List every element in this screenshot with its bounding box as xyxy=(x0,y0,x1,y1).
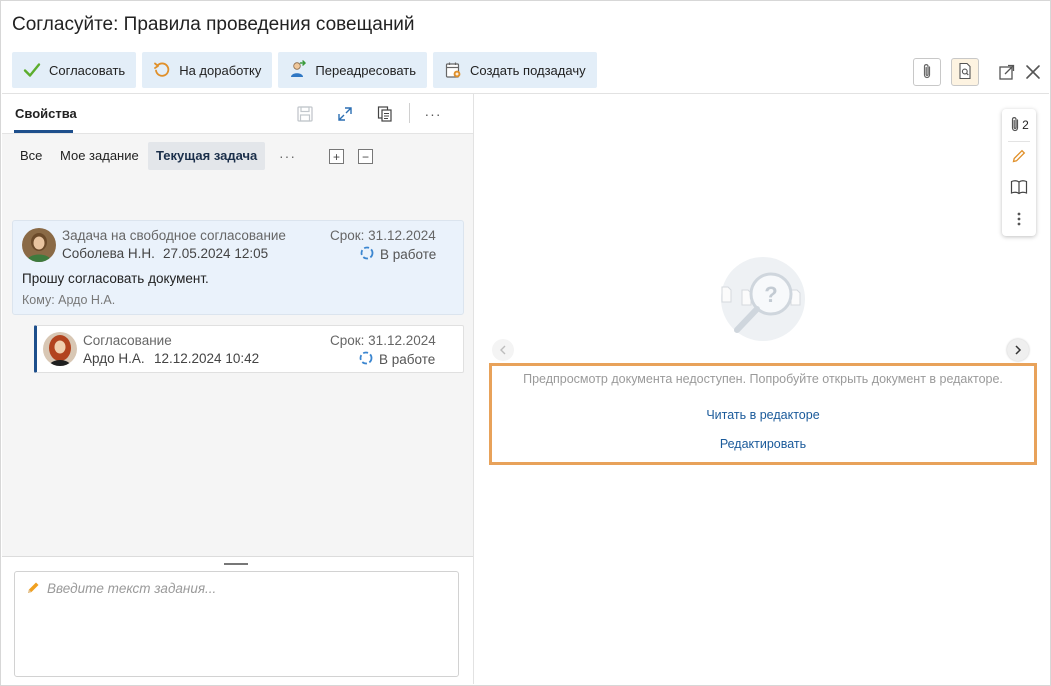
user-redirect-icon xyxy=(288,60,308,80)
filter-tab-all[interactable]: Все xyxy=(12,142,50,170)
approve-button-label: Согласовать xyxy=(49,62,126,78)
properties-panel: Свойства ··· Все Мое задание Текущая зад… xyxy=(2,94,473,686)
expand-icon[interactable] xyxy=(335,104,355,124)
panel-tabs-bar: Свойства ··· xyxy=(2,94,473,134)
rework-button-label: На доработку xyxy=(179,62,262,78)
action-toolbar: Согласовать На доработку Переадресовать … xyxy=(12,52,597,88)
redirect-button[interactable]: Переадресовать xyxy=(278,52,428,88)
task-title: Задача на свободное согласование xyxy=(62,228,286,243)
task-text-input[interactable]: Введите текст задания... xyxy=(14,571,459,677)
window-title: Согласуйте: Правила проведения совещаний xyxy=(12,14,415,35)
task-date: 27.05.2024 12:05 xyxy=(163,246,269,261)
preview-unavailable-message: Предпросмотр документа недоступен. Попро… xyxy=(523,372,1003,386)
task-deadline: Срок: 31.12.2024 xyxy=(330,228,436,243)
more-options-icon[interactable]: ··· xyxy=(423,104,443,124)
rework-button[interactable]: На доработку xyxy=(142,52,273,88)
redirect-button-label: Переадресовать xyxy=(315,62,417,78)
active-tab-indicator xyxy=(14,130,73,133)
pencil-icon xyxy=(1011,148,1027,167)
task-recipient: Кому: Ардо Н.А. xyxy=(22,293,116,307)
toolbar-separator xyxy=(409,103,410,123)
read-book-button[interactable] xyxy=(1002,173,1036,203)
approve-button[interactable]: Согласовать xyxy=(12,52,137,88)
preview-side-toolbar: 2 xyxy=(1002,109,1036,236)
expand-all-button[interactable]: + xyxy=(329,149,344,164)
task-author: Ардо Н.А. xyxy=(83,351,145,366)
avatar xyxy=(22,228,56,262)
task-card[interactable]: Задача на свободное согласование Соболев… xyxy=(12,220,464,315)
edit-pencil-button[interactable] xyxy=(1002,142,1036,172)
svg-text:?: ? xyxy=(764,282,777,307)
paperclip-icon xyxy=(920,62,934,83)
in-progress-icon xyxy=(360,246,374,263)
attachments-toggle-button[interactable] xyxy=(913,58,941,86)
paperclip-icon xyxy=(1009,115,1021,136)
task-history-area: Все Мое задание Текущая задача ··· + − З… xyxy=(2,134,473,556)
close-icon[interactable] xyxy=(1024,63,1042,84)
avatar xyxy=(43,332,77,366)
previous-document-arrow[interactable] xyxy=(492,339,514,361)
filter-tab-current-task[interactable]: Текущая задача xyxy=(148,142,266,170)
pencil-icon xyxy=(25,580,41,599)
task-input-placeholder: Введите текст задания... xyxy=(47,581,217,596)
preview-unavailable-box: Предпросмотр документа недоступен. Попро… xyxy=(489,363,1037,465)
task-date: 12.12.2024 10:42 xyxy=(154,351,260,366)
task-card[interactable]: Согласование Ардо Н.А. 12.12.2024 10:42 … xyxy=(34,325,464,373)
status-badge: В работе xyxy=(359,351,435,368)
book-icon xyxy=(1010,179,1028,198)
in-progress-icon xyxy=(359,351,373,368)
create-subtask-button-label: Создать подзадачу xyxy=(470,62,586,78)
read-in-editor-link[interactable]: Читать в редакторе xyxy=(492,408,1034,422)
edit-link[interactable]: Редактировать xyxy=(492,437,1034,451)
attachments-counter-button[interactable]: 2 xyxy=(1002,110,1036,140)
next-document-arrow[interactable] xyxy=(1007,339,1029,361)
save-icon[interactable] xyxy=(295,104,315,124)
filter-more-icon[interactable]: ··· xyxy=(279,148,296,164)
copy-icon[interactable] xyxy=(375,104,395,124)
task-deadline: Срок: 31.12.2024 xyxy=(330,333,436,348)
task-message: Прошу согласовать документ. xyxy=(22,271,209,286)
calendar-subtask-icon xyxy=(443,60,463,80)
status-text: В работе xyxy=(379,352,436,367)
status-text: В работе xyxy=(380,247,437,262)
collapse-all-button[interactable]: − xyxy=(358,149,373,164)
resize-grip-handle[interactable] xyxy=(224,563,248,565)
no-preview-illustration-icon: ? xyxy=(713,254,813,347)
status-badge: В работе xyxy=(360,246,436,263)
create-subtask-button[interactable]: Создать подзадачу xyxy=(433,52,597,88)
more-vertical-icon[interactable] xyxy=(1002,204,1036,234)
filter-tab-my-task[interactable]: Мое задание xyxy=(52,142,147,170)
attachments-count: 2 xyxy=(1022,118,1029,132)
window-frame: Согласуйте: Правила проведения совещаний… xyxy=(0,0,1051,686)
task-author: Соболева Н.Н. xyxy=(62,246,155,261)
resize-splitter[interactable] xyxy=(2,556,473,557)
preview-toggle-button[interactable] xyxy=(951,58,979,86)
undo-circle-icon xyxy=(152,60,172,80)
tab-properties[interactable]: Свойства xyxy=(15,106,77,121)
document-preview-icon xyxy=(958,62,972,83)
open-in-new-window-icon[interactable] xyxy=(998,63,1016,84)
task-title: Согласование xyxy=(83,333,172,348)
checkmark-icon xyxy=(22,60,42,80)
panel-divider xyxy=(473,94,474,684)
